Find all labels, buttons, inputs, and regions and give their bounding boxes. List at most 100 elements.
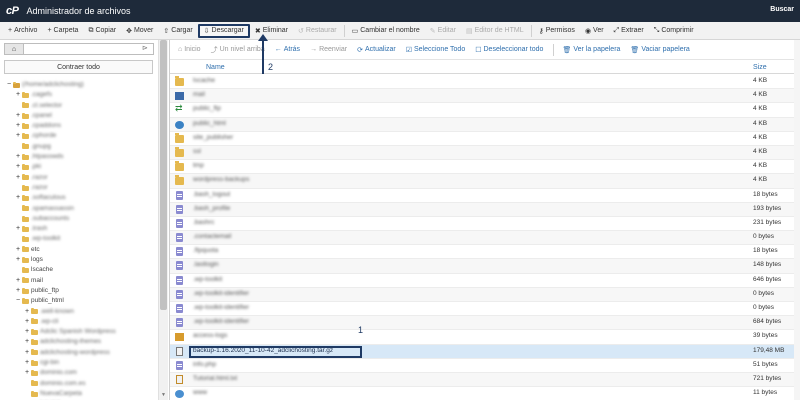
table-row[interactable]: site_publisher 4 KB xyxy=(170,132,800,146)
right-scrollbar[interactable] xyxy=(794,40,800,400)
expand-icon[interactable]: + xyxy=(15,111,21,121)
expand-icon[interactable]: + xyxy=(15,162,21,172)
file-name[interactable]: ssl xyxy=(193,148,201,155)
table-row[interactable]: info.php 51 bytes xyxy=(170,359,800,373)
move-button[interactable]: ✥ Mover xyxy=(121,24,158,38)
table-row[interactable]: .wp-toolkit 646 bytes xyxy=(170,274,800,288)
table-row[interactable]: .wp-toolkit-identifier 684 bytes xyxy=(170,316,800,331)
tree-item[interactable]: + .trash xyxy=(6,224,156,234)
reload-button[interactable]: ⟳ Actualizar xyxy=(357,46,396,54)
tree-item[interactable]: + .cphorde xyxy=(6,131,156,141)
download-button[interactable]: ⇩ Descargar xyxy=(197,23,250,38)
scroll-down-icon[interactable]: ▼ xyxy=(161,392,166,398)
back-button[interactable]: ← Atrás xyxy=(275,46,300,53)
tree-item[interactable]: + adclichosting-wordpress xyxy=(6,348,156,358)
tree-item[interactable]: + dominio.com xyxy=(6,368,156,378)
table-row[interactable]: .wp-toolkit-identifier 0 bytes xyxy=(170,302,800,317)
tree-item[interactable]: + .softaculous xyxy=(6,193,156,203)
column-header-name[interactable]: Name xyxy=(206,64,225,71)
expand-icon[interactable]: + xyxy=(24,307,30,317)
table-row[interactable]: ⇄ public_ftp 4 KB xyxy=(170,103,800,118)
file-name[interactable]: .bash_profile xyxy=(193,205,230,212)
tree-item[interactable]: + .pki xyxy=(6,162,156,172)
table-row[interactable]: backup-1.16.2020_11-10-42_adclichosting.… xyxy=(170,344,800,359)
table-row[interactable]: public_html 4 KB xyxy=(170,117,800,132)
expand-icon[interactable]: + xyxy=(24,317,30,327)
view-button[interactable]: ◉ Ver xyxy=(580,24,609,38)
file-name[interactable]: .lastlogin xyxy=(193,261,219,268)
tree-item[interactable]: + .razor xyxy=(6,173,156,183)
tree-item[interactable]: .cl.selector xyxy=(6,101,156,111)
expand-icon[interactable]: + xyxy=(15,173,21,183)
tree-item[interactable]: + .htpasswds xyxy=(6,152,156,162)
delete-button[interactable]: ✖ Eliminar xyxy=(250,24,293,38)
file-name[interactable]: .wp-toolkit-identifier xyxy=(193,318,249,325)
table-row[interactable]: .bashrc 231 bytes xyxy=(170,217,800,232)
forward-button[interactable]: → Reenviar xyxy=(310,46,347,53)
tree-item[interactable]: − public_html xyxy=(6,296,156,306)
path-input[interactable] xyxy=(24,43,154,55)
expand-icon[interactable]: + xyxy=(15,90,21,100)
table-row[interactable]: www 11 bytes xyxy=(170,387,800,400)
file-name[interactable]: site_publisher xyxy=(193,134,233,141)
tree-item[interactable]: .spamassassin xyxy=(6,204,156,214)
tree-item[interactable]: dominio.com.es xyxy=(6,379,156,389)
table-row[interactable]: .lastlogin 148 bytes xyxy=(170,259,800,274)
new-file-button[interactable]: + Archivo xyxy=(3,24,42,38)
file-name[interactable]: .contactemail xyxy=(193,233,231,240)
go-icon[interactable]: ⊳ xyxy=(142,44,151,52)
deselect-all-button[interactable]: ☐ Deseleccionar todo xyxy=(475,46,543,54)
file-name[interactable]: .wp-toolkit-identifier xyxy=(193,304,249,311)
tree-item[interactable]: + .cpanel xyxy=(6,111,156,121)
table-row[interactable]: access-logs 39 bytes xyxy=(170,330,800,345)
tree-item[interactable]: + cgi-bin xyxy=(6,358,156,368)
tree-item[interactable]: .wp-toolkit xyxy=(6,234,156,244)
file-name[interactable]: wordpress-backups xyxy=(193,176,249,183)
tree-item[interactable]: + Adclic Spanish Wordpress xyxy=(6,327,156,337)
tree-item[interactable]: + .wp-cli xyxy=(6,317,156,327)
table-row[interactable]: .contactemail 0 bytes xyxy=(170,231,800,246)
extract-button[interactable]: ⤢ Extraer xyxy=(609,24,649,38)
file-name[interactable]: .ftpquota xyxy=(193,247,218,254)
table-row[interactable]: tmp 4 KB xyxy=(170,160,800,175)
expand-icon[interactable]: + xyxy=(15,121,21,131)
edit-button[interactable]: ✎ Editar xyxy=(425,24,461,38)
copy-button[interactable]: ⧉ Copiar xyxy=(83,24,121,38)
tree-item[interactable]: + adclichosting-themes xyxy=(6,337,156,347)
expand-icon[interactable]: + xyxy=(24,348,30,358)
file-name[interactable]: lscache xyxy=(193,77,215,84)
table-row[interactable]: mail 4 KB xyxy=(170,89,800,104)
expand-icon[interactable]: + xyxy=(24,327,30,337)
table-row[interactable]: ssl 4 KB xyxy=(170,145,800,161)
collapse-icon[interactable]: − xyxy=(6,80,12,90)
home-button[interactable]: ⌂ Inicio xyxy=(178,46,201,53)
file-name[interactable]: .wp-toolkit-identifier xyxy=(193,290,249,297)
tree-item[interactable]: + .cpaddons xyxy=(6,121,156,131)
tree-item[interactable]: + public_ftp xyxy=(6,286,156,296)
file-name[interactable]: mail xyxy=(193,91,205,98)
tree-item[interactable]: + mail xyxy=(6,276,156,286)
expand-icon[interactable]: + xyxy=(15,255,21,265)
tree-item[interactable]: NuevaCarpeta xyxy=(6,389,156,399)
expand-icon[interactable]: + xyxy=(15,245,21,255)
tree-item[interactable]: + logs xyxy=(6,255,156,265)
home-path-button[interactable]: ⌂ xyxy=(4,43,24,55)
left-scrollbar[interactable]: ▲ ▼ xyxy=(158,40,168,400)
cpanel-logo[interactable]: cP xyxy=(6,5,19,17)
file-name[interactable]: access-logs xyxy=(193,332,227,339)
expand-icon[interactable]: + xyxy=(15,152,21,162)
column-header-size[interactable]: Size xyxy=(753,64,767,71)
file-name[interactable]: Tutorial.html.txt xyxy=(193,375,237,382)
table-row[interactable]: .ftpquota 18 bytes xyxy=(170,245,800,260)
tree-item[interactable]: + etc xyxy=(6,245,156,255)
permissions-button[interactable]: ⚷ Permisos xyxy=(534,24,580,38)
tree-item[interactable]: .gnupg xyxy=(6,142,156,152)
select-all-button[interactable]: ☑ Seleccione Todo xyxy=(406,46,466,54)
expand-icon[interactable]: + xyxy=(15,276,21,286)
tree-item[interactable]: − (/home/adclichosting) xyxy=(6,80,156,90)
expand-icon[interactable]: + xyxy=(24,358,30,368)
expand-icon[interactable]: + xyxy=(24,368,30,378)
file-name[interactable]: public_html xyxy=(193,120,226,127)
file-name[interactable]: .bash_logout xyxy=(193,191,230,198)
trash-view-button[interactable]: 🗑 Ver la papelera xyxy=(562,46,620,54)
